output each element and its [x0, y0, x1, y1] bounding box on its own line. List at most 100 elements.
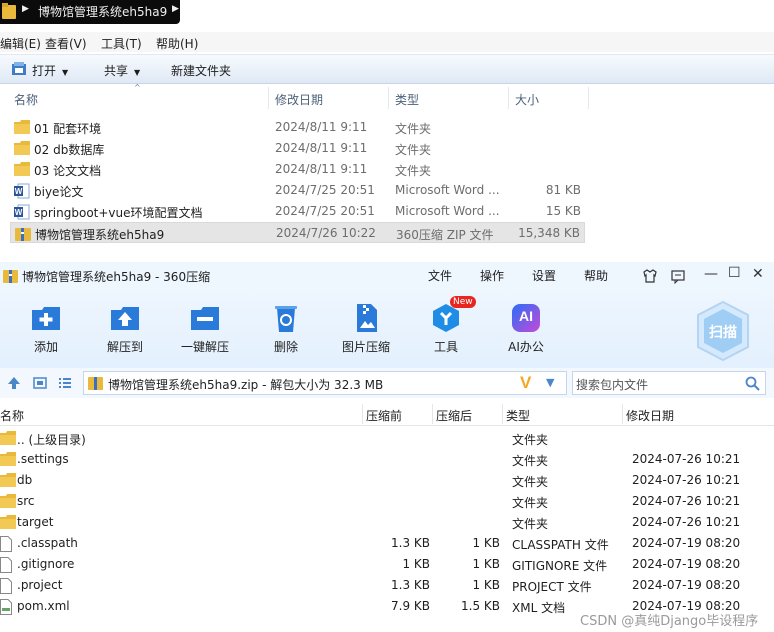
column-type[interactable]: 类型 — [395, 91, 419, 108]
zip-column-type[interactable]: 类型 — [506, 407, 530, 424]
add-label: 添加 — [33, 340, 58, 354]
menu-help[interactable]: 帮助(H) — [156, 35, 198, 52]
column-size[interactable]: 大小 — [515, 91, 539, 108]
zip-window-title: 博物馆管理系统eh5ha9 - 360压缩 — [22, 270, 211, 284]
entry-date: 2024-07-19 08:20 — [632, 578, 741, 592]
column-divider[interactable] — [622, 404, 623, 424]
message-icon[interactable] — [670, 268, 686, 284]
zip-icon — [15, 226, 31, 245]
zip-search-input[interactable]: 搜索包内文件 — [572, 371, 766, 395]
scan-button[interactable]: 扫描 — [694, 300, 752, 362]
up-arrow-icon[interactable] — [7, 376, 21, 390]
zip-column-modified[interactable]: 修改日期 — [626, 407, 674, 424]
delete-button[interactable]: 删除 — [251, 296, 321, 355]
file-row[interactable]: 博物馆管理系统eh5ha9 2024/7/26 10:22 360压缩 ZIP 文件… — [10, 222, 585, 243]
menu-edit[interactable]: 编辑(E) — [0, 35, 41, 52]
ai-icon-text: AI — [519, 308, 533, 324]
zip-column-after[interactable]: 压缩后 — [436, 407, 472, 424]
file-date: 2024/7/25 20:51 — [275, 204, 375, 218]
folder-icon — [0, 515, 16, 532]
chevron-down-icon: ▼ — [134, 68, 141, 77]
chevron-down-icon[interactable]: ▼ — [546, 376, 554, 389]
zip-entry-row[interactable]: src 文件夹 2024-07-26 10:21 — [0, 491, 774, 512]
add-icon — [32, 307, 60, 330]
new-folder-button[interactable]: 新建文件夹 — [171, 62, 231, 79]
zip-entry-row[interactable]: .settings 文件夹 2024-07-26 10:21 — [0, 449, 774, 470]
file-name: 博物馆管理系统eh5ha9 — [35, 228, 165, 242]
search-icon[interactable] — [745, 376, 760, 391]
image-compress-icon — [357, 304, 377, 332]
entry-date: 2024-07-19 08:20 — [632, 557, 741, 571]
file-row[interactable]: 02 db数据库 2024/8/11 9:11 文件夹 — [10, 138, 585, 159]
image-compress-button[interactable]: 图片压缩 — [331, 296, 401, 355]
skin-shirt-icon[interactable] — [642, 268, 658, 284]
list-view-icon[interactable] — [58, 376, 72, 390]
minimize-icon[interactable]: — — [704, 266, 718, 282]
zip-entry-row[interactable]: .classpath 1.3 KB 1 KB CLASSPATH 文件 2024-07-… — [0, 533, 774, 554]
thumbnail-view-icon[interactable] — [33, 376, 47, 390]
entry-size-after: 1 KB — [472, 557, 500, 571]
column-divider[interactable] — [268, 87, 269, 109]
zip-entry-row[interactable]: target 文件夹 2024-07-26 10:21 — [0, 512, 774, 533]
zip-menu-settings[interactable]: 设置 — [532, 267, 556, 284]
column-divider[interactable] — [362, 404, 363, 424]
file-row[interactable]: Wspringboot+vue环境配置文档 2024/7/25 20:51 Micr… — [10, 201, 585, 222]
column-name[interactable]: 名称 — [14, 91, 38, 108]
zip-column-before[interactable]: 压缩前 — [366, 407, 402, 424]
file-type: 文件夹 — [395, 143, 432, 157]
column-divider[interactable] — [502, 404, 503, 424]
file-icon — [0, 536, 12, 555]
column-date[interactable]: 修改日期 — [275, 91, 323, 108]
zip-entry-row[interactable]: .project 1.3 KB 1 KB PROJECT 文件 2024-07-19 0… — [0, 575, 774, 596]
zip-app-icon — [3, 270, 18, 283]
file-type: 360压缩 ZIP 文件 — [396, 228, 494, 242]
one-click-extract-button[interactable]: 一键解压 — [170, 296, 240, 355]
zip-menu-help[interactable]: 帮助 — [584, 267, 608, 284]
zip-path-field[interactable]: 博物馆管理系统eh5ha9.zip - 解包大小为 32.3 MB V ▼ — [83, 371, 567, 395]
extract-to-button[interactable]: 解压到 — [90, 296, 160, 355]
maximize-icon[interactable]: ☐ — [728, 265, 741, 281]
ai-office-button[interactable]: AI AI办公 — [491, 296, 561, 355]
chevron-right-icon[interactable]: ▶ — [22, 4, 29, 14]
share-button[interactable]: 共享 ▼ — [104, 62, 140, 79]
file-size: 81 KB — [545, 183, 581, 197]
zip-entry-row[interactable]: db 文件夹 2024-07-26 10:21 — [0, 470, 774, 491]
file-row[interactable]: Wbiye论文 2024/7/25 20:51 Microsoft Word ...… — [10, 180, 585, 201]
entry-date: 2024-07-19 08:20 — [632, 536, 741, 550]
folder-icon — [14, 162, 30, 179]
entry-date: 2024-07-26 10:21 — [632, 452, 741, 466]
v-logo-icon[interactable]: V — [520, 373, 531, 393]
entry-size-before: 1.3 KB — [391, 536, 430, 550]
zip-entry-row[interactable]: .. (上级目录) 文件夹 — [0, 428, 774, 449]
column-divider[interactable] — [588, 87, 589, 109]
address-bar[interactable]: ▶ 博物馆管理系统eh5ha9 ▶ — [0, 0, 180, 24]
open-button[interactable]: 打开 ▼ — [32, 62, 68, 79]
entry-type: 文件夹 — [512, 433, 549, 447]
zip-menu-file[interactable]: 文件 — [428, 267, 452, 284]
svg-text:W: W — [15, 187, 23, 196]
tools-button[interactable]: New 工具 — [411, 296, 481, 355]
close-icon[interactable]: ✕ — [752, 266, 764, 282]
menu-view[interactable]: 查看(V) — [45, 35, 87, 52]
entry-type: PROJECT 文件 — [512, 580, 592, 594]
file-type: 文件夹 — [395, 122, 432, 136]
entry-date: 2024-07-26 10:21 — [632, 494, 741, 508]
zip-entry-row[interactable]: .gitignore 1 KB 1 KB GITIGNORE 文件 2024-07-19… — [0, 554, 774, 575]
entry-size-after: 1 KB — [472, 578, 500, 592]
entry-name: .project — [17, 578, 63, 592]
column-divider[interactable] — [432, 404, 433, 424]
menu-tools[interactable]: 工具(T) — [101, 35, 142, 52]
zip-menu-ops[interactable]: 操作 — [480, 267, 504, 284]
column-divider[interactable] — [388, 87, 389, 109]
explorer-window: ▶ 博物馆管理系统eh5ha9 ▶ 编辑(E) 查看(V) 工具(T) 帮助(H… — [0, 0, 774, 262]
open-label: 打开 — [32, 64, 57, 78]
one-click-extract-label: 一键解压 — [180, 340, 229, 354]
column-divider[interactable] — [508, 87, 509, 109]
file-row[interactable]: 01 配套环境 2024/8/11 9:11 文件夹 — [10, 117, 585, 138]
zip-column-name[interactable]: 名称 — [0, 407, 24, 424]
chevron-right-icon[interactable]: ▶ — [172, 4, 179, 14]
file-name: 03 论文文档 — [34, 164, 102, 178]
file-row[interactable]: 03 论文文档 2024/8/11 9:11 文件夹 — [10, 159, 585, 180]
add-button[interactable]: 添加 — [11, 296, 81, 355]
entry-name: db — [17, 473, 33, 487]
